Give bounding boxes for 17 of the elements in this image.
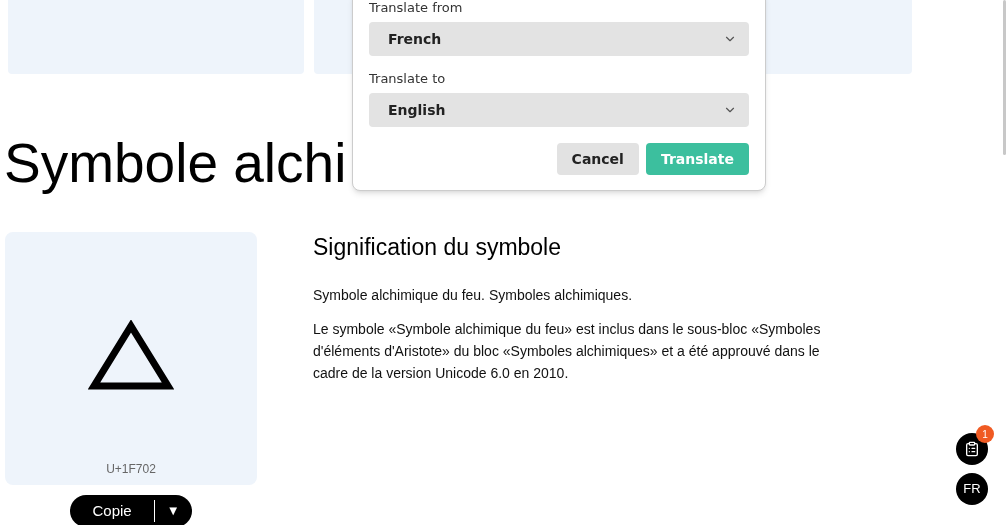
cancel-button[interactable]: Cancel: [556, 143, 639, 175]
field-label: Translate to: [369, 71, 446, 87]
dropdown-button[interactable]: ▼: [154, 501, 192, 521]
notification-badge: 1: [976, 425, 994, 443]
section-heading: Signification du symbole: [313, 233, 562, 262]
copy-button[interactable]: Copie: [70, 499, 155, 523]
description-text: Le symbole «Symbole alchimique du feu» est inclus dans le sous-bloc «Symboles d'éléments d'Aristote» du bloc «Symboles alchimiques» et a été approuvé dans le cadre de la version Unicode 6.0 en 2010.: [313, 320, 822, 383]
copy-split-button[interactable]: Copie ▼: [70, 495, 192, 525]
description-text: Symbole alchimique du feu. Symboles alchimiques.: [313, 286, 634, 305]
field-label: Translate from: [369, 0, 463, 16]
language-select[interactable]: English: [369, 93, 749, 127]
triangle-icon: [88, 320, 174, 392]
language-select[interactable]: French: [369, 22, 749, 56]
clipboard-icon: [964, 441, 980, 457]
page-title: Symbole alchi: [4, 131, 347, 196]
language-button[interactable]: FR: [956, 473, 988, 505]
unicode-code: U+1F702: [106, 461, 156, 478]
